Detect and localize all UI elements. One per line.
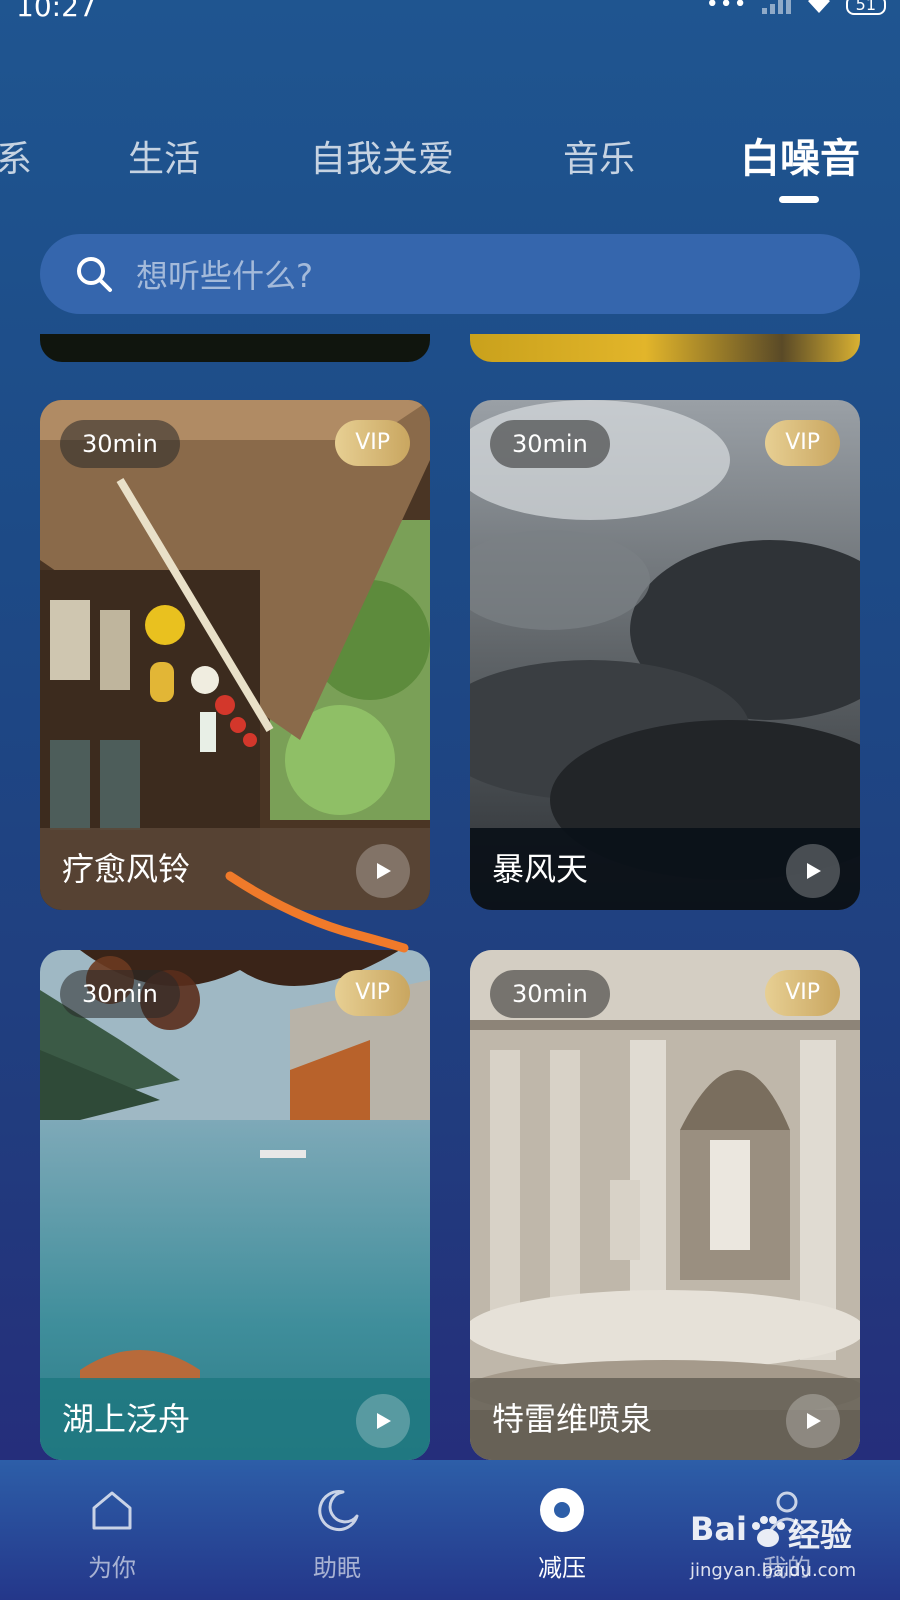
- baidu-watermark: Bai 经验 jingyan.baidu.com: [690, 1500, 870, 1590]
- card-caption-bar: 特雷维喷泉: [470, 1378, 860, 1460]
- tab-life[interactable]: 生活: [128, 130, 200, 182]
- sound-card-storm[interactable]: 30min VIP 暴风天: [470, 400, 860, 910]
- play-icon: [807, 1413, 821, 1429]
- watermark-url: jingyan.baidu.com: [690, 1560, 857, 1581]
- home-icon: [92, 1491, 132, 1530]
- nav-item-relax[interactable]: 减压: [502, 1486, 622, 1583]
- search-bar[interactable]: 想听些什么?: [40, 234, 860, 314]
- partial-card-left[interactable]: [40, 334, 430, 362]
- status-time: 10:27: [16, 0, 97, 23]
- card-title: 疗愈风铃: [62, 850, 191, 888]
- sound-card-wind-chimes[interactable]: 30min VIP 疗愈风铃: [40, 400, 430, 910]
- status-bar: 10:27 ••• 51: [0, 0, 900, 23]
- duration-badge: 30min: [490, 970, 610, 1018]
- sound-card-lake-boat[interactable]: 30min VIP 湖上泛舟: [40, 950, 430, 1460]
- play-button[interactable]: [786, 1394, 840, 1448]
- partial-card-right[interactable]: [470, 334, 860, 362]
- vip-badge: VIP: [765, 970, 840, 1016]
- play-button[interactable]: [356, 1394, 410, 1448]
- nav-label: 助眠: [313, 1554, 361, 1582]
- wifi-icon: [807, 0, 830, 13]
- card-caption-bar: 暴风天: [470, 828, 860, 910]
- tab-music[interactable]: 音乐: [563, 130, 635, 182]
- nav-label: 减压: [538, 1554, 586, 1582]
- vip-badge: VIP: [765, 420, 840, 466]
- watermark-brand: Bai: [690, 1510, 747, 1548]
- tab-white-noise[interactable]: 白噪音: [740, 126, 860, 184]
- search-input[interactable]: 想听些什么?: [136, 251, 313, 297]
- vip-badge: VIP: [335, 970, 410, 1016]
- tab-indicator: [779, 196, 819, 203]
- card-title: 特雷维喷泉: [492, 1400, 653, 1438]
- duration-badge: 30min: [490, 420, 610, 468]
- card-title: 暴风天: [492, 850, 589, 888]
- paw-icon: [752, 1516, 785, 1547]
- play-icon: [807, 863, 821, 879]
- status-dots: •••: [705, 0, 748, 17]
- vip-badge: VIP: [335, 420, 410, 466]
- duration-badge: 30min: [60, 970, 180, 1018]
- sound-card-trevi-fountain[interactable]: 30min VIP 特雷维喷泉: [470, 950, 860, 1460]
- search-icon: [77, 257, 112, 292]
- watermark-brand-suffix: 经验: [788, 1516, 853, 1554]
- duration-badge: 30min: [60, 420, 180, 468]
- nav-item-for-you[interactable]: 为你: [52, 1486, 172, 1583]
- card-caption-bar: 湖上泛舟: [40, 1378, 430, 1460]
- tab-self-care[interactable]: 自我关爱: [310, 130, 454, 182]
- nav-label: 为你: [88, 1554, 136, 1582]
- moon-icon: [318, 1490, 359, 1532]
- card-title: 湖上泛舟: [62, 1400, 191, 1438]
- play-icon: [377, 1413, 391, 1429]
- tab-partial[interactable]: 系: [0, 130, 32, 182]
- signal-icon: [761, 0, 791, 14]
- battery-indicator: 51: [845, 0, 886, 15]
- status-icons: ••• 51: [706, 0, 886, 16]
- category-tabs: 系 生活 自我关爱 音乐 白噪音: [0, 130, 900, 210]
- play-button[interactable]: [786, 844, 840, 898]
- annotation-stroke: [225, 871, 409, 953]
- relax-icon: [540, 1488, 584, 1532]
- nav-item-sleep[interactable]: 助眠: [277, 1486, 397, 1583]
